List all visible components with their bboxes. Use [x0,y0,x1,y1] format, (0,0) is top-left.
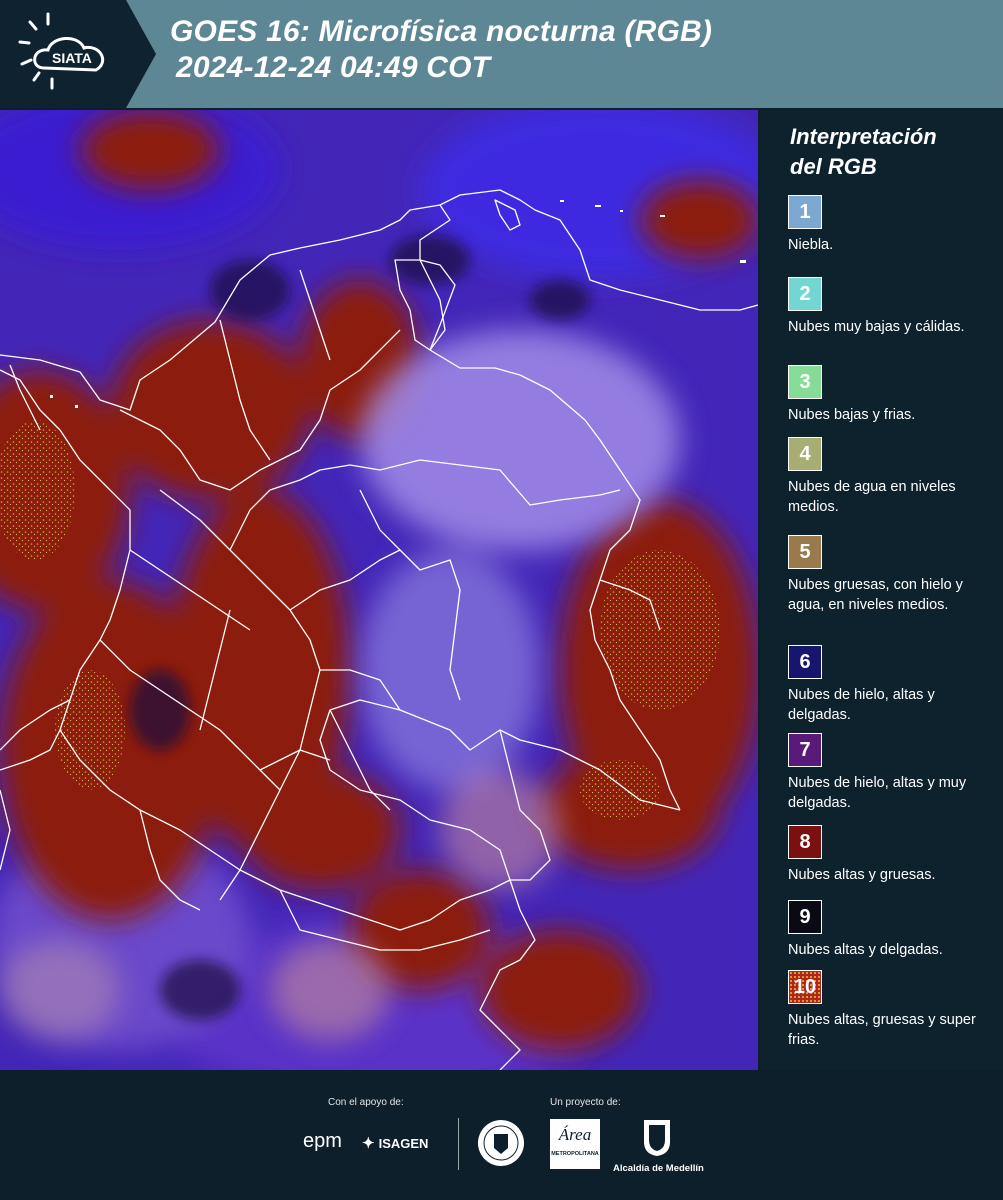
legend-title: Interpretación del RGB [790,124,937,179]
legend-item-7: 7 Nubes de hielo, altas y muy delgadas. [788,733,998,813]
legend-swatch: 7 [788,733,822,767]
legend-swatch: 5 [788,535,822,569]
legend-label: Nubes de hielo, altas y delgadas. [788,687,935,723]
legend-item-1: 1 Niebla. [788,195,998,255]
rgb-legend-panel: Interpretación del RGB 1 Niebla. 2 Nubes mu… [760,110,1003,1070]
legend-swatch: 9 [788,900,822,934]
legend-swatch: 6 [788,645,822,679]
footer-divider [458,1118,459,1170]
header-bar: SIATA GOES 16: Microfísica nocturna (RGB… [0,0,1003,108]
legend-label: Nubes altas y gruesas. [788,867,936,883]
legend-label: Niebla. [788,237,834,253]
legend-label: Nubes de agua en niveles medios. [788,479,956,515]
legend-item-10: 10 Nubes altas, gruesas y super frias. [788,970,998,1050]
legend-item-3: 3 Nubes bajas y frias. [788,365,998,425]
project-label: Un proyecto de: [550,1097,621,1108]
university-seal-icon[interactable] [476,1118,526,1168]
isagen-logo[interactable]: ✦ ISAGEN [362,1134,428,1152]
siata-logo-icon: SIATA [0,0,156,108]
legend-label: Nubes altas, gruesas y super frias. [788,1012,976,1048]
legend-item-9: 9 Nubes altas y delgadas. [788,900,998,960]
legend-label: Nubes muy bajas y cálidas. [788,319,965,335]
alcaldia-label: Alcaldía de Medellín [613,1163,704,1174]
legend-label: Nubes gruesas, con hielo y agua, en nive… [788,577,963,613]
rgb-satellite-image [0,110,758,1070]
legend-label: Nubes de hielo, altas y muy delgadas. [788,775,967,811]
legend-item-5: 5 Nubes gruesas, con hielo y agua, en niv… [788,535,998,615]
svg-text:SIATA: SIATA [52,50,92,66]
siata-logo[interactable]: SIATA [0,0,156,108]
isagen-mark-icon: ✦ [362,1135,375,1152]
legend-item-2: 2 Nubes muy bajas y cálidas. [788,277,998,337]
footer-bar: Con el apoyo de: Un proyecto de: epm ✦ I… [0,1070,1003,1200]
title-line-2: 2024-12-24 04:49 COT [176,51,491,84]
page-title: GOES 16: Microfísica nocturna (RGB) 2024… [170,14,712,86]
satellite-map[interactable] [0,110,758,1070]
alcaldia-shield-icon[interactable] [640,1118,674,1158]
legend-label: Nubes altas y delgadas. [788,942,943,958]
legend-swatch: 3 [788,365,822,399]
epm-logo[interactable]: epm [303,1130,342,1153]
area-metropolitana-logo[interactable]: Área METROPOLITANA [550,1119,600,1169]
legend-swatch: 1 [788,195,822,229]
legend-label: Nubes bajas y frias. [788,407,916,423]
legend-swatch: 8 [788,825,822,859]
legend-swatch: 2 [788,277,822,311]
title-line-1: GOES 16: Microfísica nocturna (RGB) [170,15,713,48]
legend-swatch: 4 [788,437,822,471]
legend-item-8: 8 Nubes altas y gruesas. [788,825,998,885]
support-label: Con el apoyo de: [328,1097,404,1108]
legend-swatch: 10 [788,970,822,1004]
legend-item-6: 6 Nubes de hielo, altas y delgadas. [788,645,998,725]
legend-item-4: 4 Nubes de agua en niveles medios. [788,437,998,517]
